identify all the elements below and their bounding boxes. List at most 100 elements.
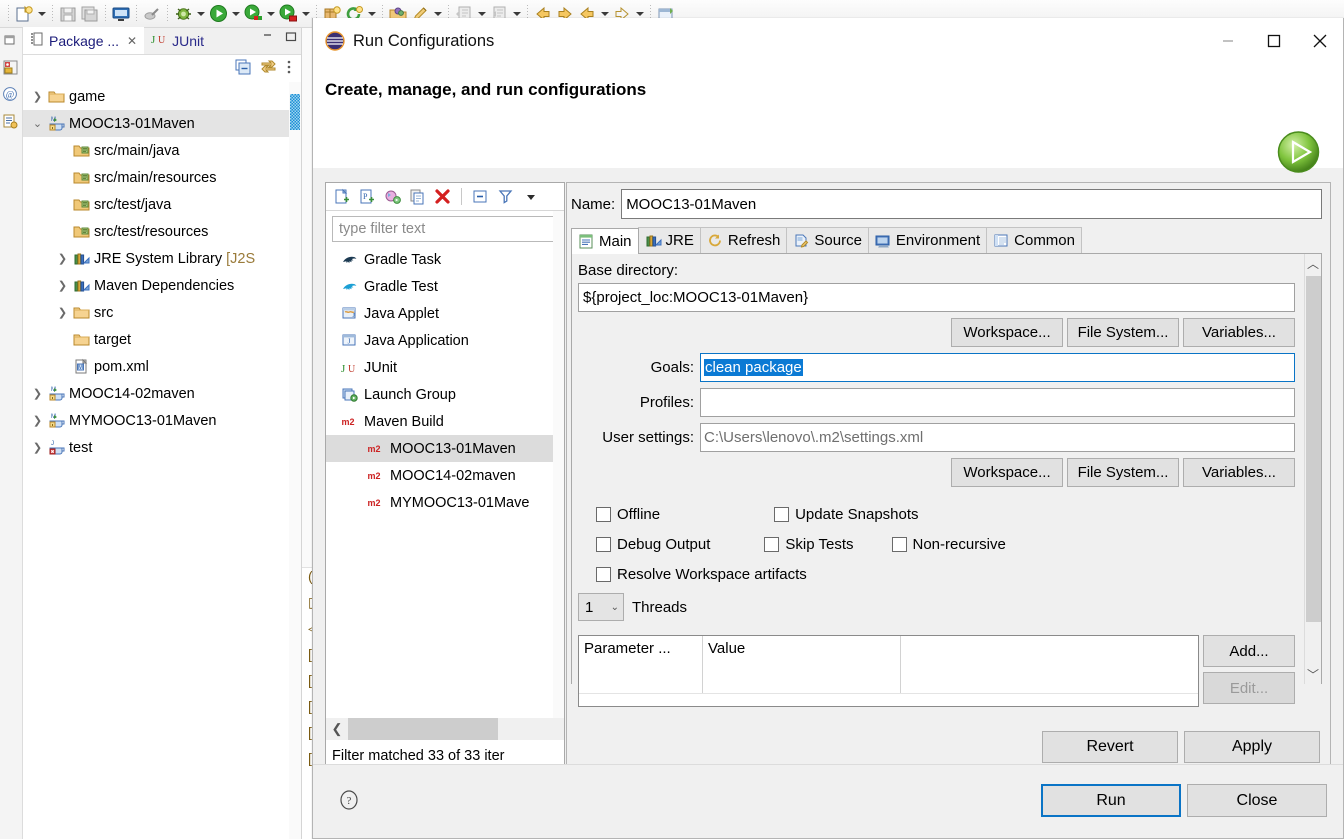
minimize-icon[interactable] bbox=[261, 30, 274, 43]
tree-item-mymooc13-01maven[interactable]: ❯ M MYMOOC13-01Maven bbox=[23, 407, 301, 434]
tree-item-src-test-resources[interactable]: src/test/resources bbox=[23, 218, 301, 245]
tab-jre[interactable]: JRE bbox=[637, 227, 701, 253]
checkbox-update-snapshots[interactable]: Update Snapshots bbox=[774, 506, 919, 523]
checkbox-box[interactable] bbox=[596, 506, 611, 522]
column-header-value[interactable]: Value bbox=[703, 636, 901, 666]
save-icon[interactable] bbox=[57, 3, 79, 25]
base-dir-filesystem-button[interactable]: File System... bbox=[1067, 318, 1179, 347]
form-scroll-thumb[interactable] bbox=[1306, 276, 1321, 622]
restore-view-icon[interactable] bbox=[2, 32, 20, 50]
annotations-icon[interactable]: @ bbox=[2, 86, 20, 104]
checkbox-non-recursive[interactable]: Non-recursive bbox=[891, 536, 1006, 553]
column-header-parameter[interactable]: Parameter ... bbox=[579, 636, 703, 666]
base-dir-workspace-button[interactable]: Workspace... bbox=[951, 318, 1063, 347]
add-parameter-button[interactable]: Add... bbox=[1203, 635, 1295, 667]
tree-item-mooc13-01maven[interactable]: ⌄ M MOOC13-01Maven bbox=[23, 110, 301, 137]
run-external-icon[interactable] bbox=[277, 3, 299, 25]
config-item-mymooc13-01mave[interactable]: m2 MYMOOC13-01Mave bbox=[326, 489, 564, 516]
config-item-gradle-task[interactable]: Gradle Task bbox=[326, 246, 564, 273]
table-row[interactable] bbox=[579, 666, 1198, 694]
run-button[interactable]: Run bbox=[1041, 784, 1181, 817]
tree-item-pom-xml[interactable]: Mpom.xml bbox=[23, 353, 301, 380]
new-icon[interactable] bbox=[13, 3, 35, 25]
scroll-up-icon[interactable]: ︿ bbox=[1305, 254, 1321, 273]
explorer-scroll-thumb[interactable] bbox=[290, 94, 300, 130]
tree-item-game[interactable]: ❯ game bbox=[23, 83, 301, 110]
tree-item-maven-dependencies[interactable]: ❯ Maven Dependencies bbox=[23, 272, 301, 299]
tab-common[interactable]: Common bbox=[986, 227, 1082, 253]
collapse-all-icon[interactable] bbox=[470, 186, 491, 207]
maximize-icon[interactable] bbox=[284, 30, 297, 43]
config-item-java-applet[interactable]: J Java Applet bbox=[326, 300, 564, 327]
close-icon[interactable] bbox=[1297, 18, 1343, 64]
coverage-dropdown-arrow[interactable] bbox=[264, 3, 277, 25]
checkbox-box[interactable] bbox=[596, 536, 611, 552]
config-tree-hscrollbar[interactable]: ❮ bbox=[326, 718, 564, 740]
link-with-editor-icon[interactable] bbox=[260, 59, 277, 78]
tree-item-jre-system-library[interactable]: ❯ JRE System Library [J2S bbox=[23, 245, 301, 272]
checkbox-box[interactable] bbox=[764, 536, 780, 552]
outline-icon[interactable] bbox=[2, 113, 20, 131]
base-dir-variables-button[interactable]: Variables... bbox=[1183, 318, 1295, 347]
config-item-junit[interactable]: J U JUnit bbox=[326, 354, 564, 381]
new-config-icon[interactable] bbox=[332, 186, 353, 207]
tree-item-src-main-resources[interactable]: src/main/resources bbox=[23, 164, 301, 191]
tab-refresh[interactable]: Refresh bbox=[699, 227, 788, 253]
help-icon[interactable]: ? bbox=[338, 789, 360, 811]
tree-item-src-test-java[interactable]: src/test/java bbox=[23, 191, 301, 218]
revert-button[interactable]: Revert bbox=[1042, 731, 1178, 763]
tree-item-test[interactable]: ❯ Jtest bbox=[23, 434, 301, 461]
run-icon[interactable] bbox=[207, 3, 229, 25]
parameters-table[interactable]: Parameter ... Value bbox=[578, 635, 1199, 707]
user-settings-filesystem-button[interactable]: File System... bbox=[1067, 458, 1179, 487]
configuration-types-tree[interactable]: Gradle Task Gradle Test J Java Applet J Java … bbox=[326, 246, 564, 516]
apply-button[interactable]: Apply bbox=[1184, 731, 1320, 763]
debug-dropdown-arrow[interactable] bbox=[194, 3, 207, 25]
tree-item-src[interactable]: ❯ src bbox=[23, 299, 301, 326]
filter-input[interactable]: type filter text bbox=[332, 216, 558, 242]
chevron-right-icon[interactable]: ❯ bbox=[54, 306, 71, 319]
tree-item-mooc14-02maven[interactable]: ❯ M MOOC14-02maven bbox=[23, 380, 301, 407]
chevron-right-icon[interactable]: ❯ bbox=[29, 387, 46, 400]
config-item-maven-build[interactable]: m2 Maven Build bbox=[326, 408, 564, 435]
close-button[interactable]: Close bbox=[1187, 784, 1327, 817]
coverage-icon[interactable] bbox=[242, 3, 264, 25]
checkbox-resolve-workspace-artifacts[interactable]: Resolve Workspace artifacts bbox=[596, 566, 807, 583]
tab-package-explorer[interactable]: Package ... ✕ bbox=[23, 27, 145, 54]
save-all-icon[interactable] bbox=[79, 3, 101, 25]
checkbox-debug-output[interactable]: Debug Output bbox=[596, 536, 710, 553]
checkbox-box[interactable] bbox=[891, 536, 907, 552]
run-external-dropdown-arrow[interactable] bbox=[299, 3, 312, 25]
delete-icon[interactable] bbox=[432, 186, 453, 207]
config-item-mooc14-02maven[interactable]: m2 MOOC14-02maven bbox=[326, 462, 564, 489]
chevron-left-icon[interactable]: ❮ bbox=[326, 721, 348, 737]
chevron-right-icon[interactable]: ❯ bbox=[29, 441, 46, 454]
tab-environment[interactable]: Environment bbox=[867, 227, 988, 253]
profiles-input[interactable] bbox=[700, 388, 1295, 417]
console-icon[interactable] bbox=[110, 3, 132, 25]
tab-main[interactable]: Main bbox=[571, 228, 639, 254]
config-hscroll-thumb[interactable] bbox=[348, 718, 498, 740]
checkbox-skip-tests[interactable]: Skip Tests bbox=[764, 536, 854, 553]
collapse-all-icon[interactable] bbox=[235, 59, 251, 78]
name-input[interactable]: MOOC13-01Maven bbox=[621, 189, 1322, 219]
duplicate-icon[interactable] bbox=[407, 186, 428, 207]
close-icon[interactable]: ✕ bbox=[127, 34, 137, 48]
threads-combo[interactable]: 1 ⌄ bbox=[578, 593, 624, 621]
run-dropdown-arrow[interactable] bbox=[229, 3, 242, 25]
form-vscrollbar[interactable]: ︿ ﹀ bbox=[1304, 254, 1321, 684]
scroll-down-icon[interactable]: ﹀ bbox=[1305, 665, 1321, 684]
new-prototype-icon[interactable]: P bbox=[357, 186, 378, 207]
tab-junit[interactable]: JU JUnit bbox=[144, 27, 211, 54]
chevron-right-icon[interactable]: ❯ bbox=[29, 414, 46, 427]
config-item-launch-group[interactable]: Launch Group bbox=[326, 381, 564, 408]
config-item-gradle-test[interactable]: Gradle Test bbox=[326, 273, 564, 300]
config-item-mooc13-01maven[interactable]: m2 MOOC13-01Maven bbox=[326, 435, 564, 462]
view-menu-icon[interactable] bbox=[286, 59, 292, 78]
chevron-down-icon[interactable]: ⌄ bbox=[29, 117, 46, 130]
chevron-right-icon[interactable]: ❯ bbox=[54, 279, 71, 292]
project-tree[interactable]: ❯ game ⌄ M MOOC13-01Maven src/main/java src/ma… bbox=[23, 81, 301, 461]
filter-icon[interactable] bbox=[495, 186, 516, 207]
export-icon[interactable] bbox=[382, 186, 403, 207]
debug-icon[interactable] bbox=[172, 3, 194, 25]
